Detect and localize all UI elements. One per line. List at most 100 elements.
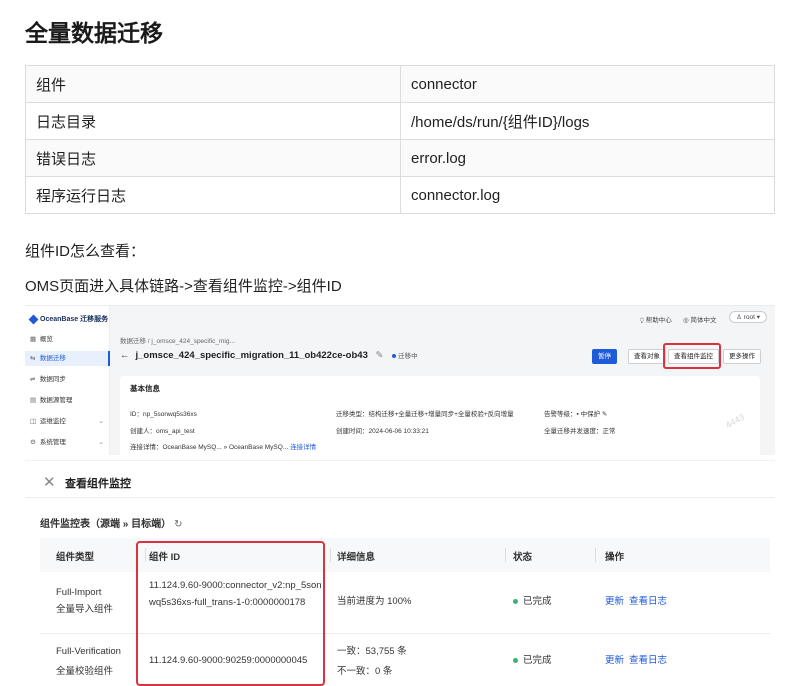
status-badge: 已完成 — [513, 593, 552, 610]
detail-consistent: 一致：53,755 条 — [337, 646, 407, 657]
table-cell: /home/ds/run/{组件ID}/logs — [400, 102, 775, 140]
language-switch[interactable]: ◎ 简体中文 — [683, 314, 716, 324]
table-row: 错误日志 error.log — [25, 139, 775, 177]
sidebar-item-ops-monitor[interactable]: ◫ 运维监控 ⌄ — [25, 414, 110, 429]
source-conn: 连接详情：OceanBase MySQ... — [130, 444, 222, 451]
detail-info: 当前进度为 100% — [337, 596, 412, 607]
row-actions: 更新 查看日志 — [605, 593, 672, 610]
component-type: Full-Import 全量导入组件 — [56, 584, 113, 618]
sidebar-item-label: 系统管理 — [39, 439, 66, 446]
paragraph-navigation-path: OMS页面进入具体链路->查看组件监控->组件ID — [25, 278, 342, 295]
success-dot-icon — [513, 657, 518, 663]
card-title: 基本信息 — [130, 384, 160, 393]
created-at: 创建时间：2024-06-06 10:33:21 — [336, 428, 429, 435]
arrow-icon: » — [223, 444, 228, 451]
table-row: 组件 connector — [25, 65, 775, 103]
type-en: Full-Import — [56, 587, 102, 598]
datasource-icon: ▤ — [30, 397, 37, 404]
table-cell: 日志目录 — [25, 102, 401, 140]
gear-icon: ⚙ — [30, 439, 36, 446]
sidebar-item-label: 数据源管理 — [39, 397, 73, 404]
migration-type: 迁移类型：结构迁移+全量迁移+增量同步+全量校验+反向增量 — [336, 411, 514, 418]
table-row: 程序运行日志 connector.log — [25, 176, 775, 214]
divider — [330, 548, 331, 562]
oceanbase-logo-icon — [28, 314, 39, 325]
subtitle-text: 组件监控表（源端 » 目标端） — [40, 519, 172, 530]
sidebar-item-label: 运维监控 — [39, 418, 66, 425]
more-actions-button[interactable]: 更多操作 — [723, 349, 761, 364]
column-header: 状态 — [513, 552, 533, 563]
page-title: ← j_omsce_424_specific_migration_11_ob422… — [120, 350, 418, 361]
column-header: 详细信息 — [337, 552, 376, 563]
column-header: 操作 — [605, 552, 625, 563]
success-dot-icon — [513, 598, 518, 604]
table-cell: 组件 — [25, 65, 401, 103]
component-monitor-screenshot: ✕ 查看组件监控 组件监控表（源端 » 目标端） ↻ 组件类型 组件 ID 详细信… — [25, 460, 775, 686]
update-link[interactable]: 更新 — [605, 655, 624, 666]
migration-icon: ⇆ — [30, 355, 36, 362]
logo-text: OceanBase 迁移服务 — [40, 316, 109, 323]
table-cell: connector.log — [400, 176, 775, 214]
column-header: 组件类型 — [56, 552, 95, 563]
status-badge: 迁移中 — [392, 353, 418, 360]
detail-info: 一致：53,755 条不一致：0 条 — [337, 642, 407, 682]
table-cell: error.log — [400, 139, 775, 177]
table-row: 日志目录 /home/ds/run/{组件ID}/logs — [25, 102, 775, 140]
type-en: Full-Verification — [56, 646, 121, 657]
pause-button[interactable]: 暂停 — [592, 349, 617, 364]
table-cell: 错误日志 — [25, 139, 401, 177]
doc-title: 全量数据迁移 — [25, 20, 163, 46]
user-menu[interactable]: ♙ root ▾ — [729, 311, 767, 323]
sync-icon: ⇌ — [30, 376, 36, 383]
top-bar: ⍜ 帮助中心 ◎ 简体中文 ♙ root ▾ — [110, 306, 775, 328]
target-conn: OceanBase MySQ... — [229, 444, 289, 451]
divider — [595, 548, 596, 562]
sidebar-item-label: 数据迁移 — [39, 355, 66, 362]
logo: OceanBase 迁移服务 — [28, 314, 109, 325]
sidebar-item-data-sync[interactable]: ⇌ 数据同步 — [25, 372, 110, 387]
close-icon[interactable]: ✕ — [43, 473, 56, 491]
sidebar-item-datasource[interactable]: ▤ 数据源管理 — [25, 393, 110, 408]
table-cell: 程序运行日志 — [25, 176, 401, 214]
status-dot-icon — [392, 354, 397, 359]
highlight-box — [663, 343, 721, 369]
monitor-icon: ◫ — [30, 418, 37, 425]
sidebar-item-overview[interactable]: ▦ 概览 — [25, 332, 110, 347]
refresh-icon[interactable]: ↻ — [174, 519, 182, 530]
creator: 创建人：oms_api_test — [130, 428, 195, 435]
back-arrow-icon[interactable]: ← — [120, 350, 130, 361]
view-log-link[interactable]: 查看日志 — [629, 596, 667, 607]
status-text: 已完成 — [523, 655, 552, 666]
type-cn: 全量导入组件 — [56, 604, 114, 615]
table-cell: connector — [400, 65, 775, 103]
highlight-box — [136, 541, 325, 686]
connection-details: 连接详情：OceanBase MySQ... » OceanBase MySQ.… — [130, 441, 316, 451]
divider — [25, 497, 775, 498]
info-table: 组件 connector 日志目录 /home/ds/run/{组件ID}/lo… — [25, 65, 775, 214]
monitor-subtitle: 组件监控表（源端 » 目标端） ↻ — [40, 515, 183, 530]
task-id: ID：np_5sonwq5s36xs — [130, 411, 197, 418]
connection-details-link[interactable]: 连接详情 — [290, 444, 316, 451]
help-center-link[interactable]: ⍜ 帮助中心 — [640, 314, 672, 325]
divider — [505, 548, 506, 562]
update-link[interactable]: 更新 — [605, 596, 624, 607]
overview-icon: ▦ — [30, 336, 37, 343]
breadcrumb: 数据迁移 / j_omsce_424_specific_mig... — [120, 338, 235, 345]
sidebar-item-data-migration[interactable]: ⇆ 数据迁移 — [25, 351, 110, 366]
status-badge: 已完成 — [513, 652, 552, 669]
view-objects-button[interactable]: 查看对象 — [628, 349, 666, 364]
sidebar-item-label: 数据同步 — [39, 376, 66, 383]
sidebar-item-system[interactable]: ⚙ 系统管理 ⌄ — [25, 435, 110, 450]
basic-info-card: 基本信息 ID：np_5sonwq5s36xs 创建人：oms_api_test… — [120, 376, 760, 455]
sidebar-item-label: 概览 — [39, 336, 53, 343]
sidebar: OceanBase 迁移服务 ▦ 概览 ⇆ 数据迁移 ⇌ 数据同步 ▤ 数据源管… — [25, 306, 110, 455]
alert-level: 告警等级：▪ 中保护 ✎ — [544, 411, 608, 418]
paragraph-how-to-find-id: 组件ID怎么查看： — [25, 243, 146, 260]
concurrency: 全量迁移并发速度：正常 — [544, 428, 616, 435]
view-log-link[interactable]: 查看日志 — [629, 655, 667, 666]
chevron-down-icon: ⌄ — [98, 439, 104, 446]
chevron-down-icon: ⌄ — [98, 418, 104, 425]
oms-console-screenshot: OceanBase 迁移服务 ▦ 概览 ⇆ 数据迁移 ⇌ 数据同步 ▤ 数据源管… — [25, 305, 775, 455]
edit-icon[interactable]: ✎ — [376, 350, 384, 361]
status-text: 已完成 — [523, 596, 552, 607]
